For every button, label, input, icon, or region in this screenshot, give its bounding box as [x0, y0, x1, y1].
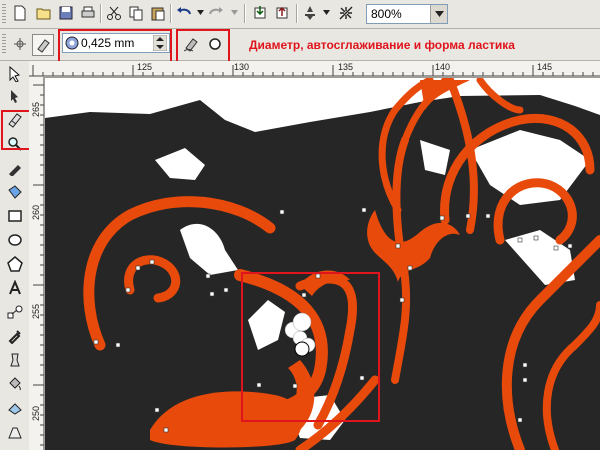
- thickness-highlight-frame: [58, 29, 172, 63]
- annotation-text: Диаметр, автосглаживание и форма ластика: [249, 38, 515, 52]
- redo-list-arrow-icon[interactable]: [230, 7, 238, 17]
- ruler-label-250: 250: [31, 405, 41, 421]
- curve-node[interactable]: [567, 243, 573, 249]
- ruler-label-125: 125: [137, 62, 153, 72]
- toolbar-grip[interactable]: [2, 34, 6, 54]
- print-icon[interactable]: [78, 3, 98, 23]
- curve-node[interactable]: [359, 375, 365, 381]
- polygon-tool-icon[interactable]: [5, 254, 25, 274]
- zoom-level-value: 800%: [371, 7, 402, 21]
- cut-icon[interactable]: [104, 3, 124, 23]
- horizontal-ruler[interactable]: 125 130 135 140 145: [29, 61, 600, 78]
- ruler-label-260: 260: [31, 204, 41, 220]
- save-icon[interactable]: [56, 3, 76, 23]
- ornament-artwork[interactable]: [45, 78, 600, 450]
- ruler-label-265: 265: [31, 101, 41, 117]
- text-tool-icon[interactable]: [5, 278, 25, 298]
- shape-highlight-frame: [176, 29, 230, 63]
- curve-node[interactable]: [439, 215, 445, 221]
- erased-spot: [292, 312, 312, 332]
- toolbar-separator: [170, 4, 172, 23]
- curve-node[interactable]: [553, 245, 559, 251]
- zoom-level-select[interactable]: 800%: [366, 4, 448, 24]
- curve-node[interactable]: [361, 207, 367, 213]
- curve-node[interactable]: [407, 265, 413, 271]
- drawing-canvas[interactable]: [45, 78, 600, 450]
- smart-drawing-tool-icon[interactable]: [5, 422, 25, 442]
- smart-fill-tool-icon[interactable]: [5, 182, 25, 202]
- zoom-dropdown-arrow-icon[interactable]: [430, 5, 447, 23]
- eyedropper-tool-icon[interactable]: [5, 326, 25, 346]
- curve-node[interactable]: [115, 342, 121, 348]
- ruler-label-140: 140: [435, 62, 451, 72]
- ellipse-tool-icon[interactable]: [5, 230, 25, 250]
- open-icon[interactable]: [34, 3, 54, 23]
- interactive-fill-tool-icon[interactable]: [5, 398, 25, 418]
- curve-node[interactable]: [149, 259, 155, 265]
- curve-node[interactable]: [135, 265, 141, 271]
- curve-node[interactable]: [517, 237, 523, 243]
- copy-icon[interactable]: [126, 3, 146, 23]
- curve-node[interactable]: [465, 213, 471, 219]
- toolbar-separator: [244, 4, 246, 23]
- pick-tool-icon[interactable]: [5, 64, 25, 84]
- standard-toolbar: 800%: [0, 0, 600, 29]
- ruler-label-255: 255: [31, 303, 41, 319]
- curve-node[interactable]: [301, 292, 307, 298]
- curve-node[interactable]: [223, 287, 229, 293]
- curve-node[interactable]: [93, 339, 99, 345]
- curve-node[interactable]: [522, 362, 528, 368]
- new-document-icon[interactable]: [10, 3, 30, 23]
- curve-node[interactable]: [399, 297, 405, 303]
- curve-node[interactable]: [395, 243, 401, 249]
- double-click-eraser-icon[interactable]: [10, 34, 30, 54]
- undo-icon[interactable]: [174, 3, 194, 23]
- welcome-screen-icon[interactable]: [336, 3, 356, 23]
- outline-tool-icon[interactable]: [5, 350, 25, 370]
- curve-node[interactable]: [522, 377, 528, 383]
- curve-node[interactable]: [154, 407, 160, 413]
- eraser-cursor: [294, 341, 310, 357]
- toolbar-separator: [296, 4, 298, 23]
- curve-node[interactable]: [517, 417, 523, 423]
- redo-icon[interactable]: [206, 3, 226, 23]
- interactive-blend-tool-icon[interactable]: [5, 302, 25, 322]
- paste-icon[interactable]: [148, 3, 168, 23]
- curve-node[interactable]: [279, 209, 285, 215]
- freehand-tool-icon[interactable]: [5, 158, 25, 178]
- curve-node[interactable]: [163, 427, 169, 433]
- curve-node[interactable]: [125, 287, 131, 293]
- export-icon[interactable]: [272, 3, 292, 23]
- curve-node[interactable]: [256, 382, 262, 388]
- undo-list-arrow-icon[interactable]: [196, 7, 204, 17]
- launcher-list-arrow-icon[interactable]: [322, 7, 330, 17]
- ruler-label-135: 135: [338, 62, 354, 72]
- curve-node[interactable]: [485, 213, 491, 219]
- curve-node[interactable]: [533, 235, 539, 241]
- ruler-label-145: 145: [537, 62, 553, 72]
- curve-node[interactable]: [292, 383, 298, 389]
- shape-tool-icon[interactable]: [5, 86, 25, 106]
- curve-node[interactable]: [209, 291, 215, 297]
- application-launcher-icon[interactable]: [300, 3, 320, 23]
- ruler-label-130: 130: [234, 62, 250, 72]
- rectangle-tool-icon[interactable]: [5, 206, 25, 226]
- toolbar-grip[interactable]: [2, 4, 6, 24]
- vertical-ruler[interactable]: 265 260 255 250: [29, 77, 46, 450]
- curve-node[interactable]: [205, 273, 211, 279]
- import-icon[interactable]: [250, 3, 270, 23]
- fill-tool-icon[interactable]: [5, 374, 25, 394]
- erase-mode-icon[interactable]: [32, 34, 54, 56]
- curve-node[interactable]: [315, 273, 321, 279]
- toolbar-separator: [100, 4, 102, 23]
